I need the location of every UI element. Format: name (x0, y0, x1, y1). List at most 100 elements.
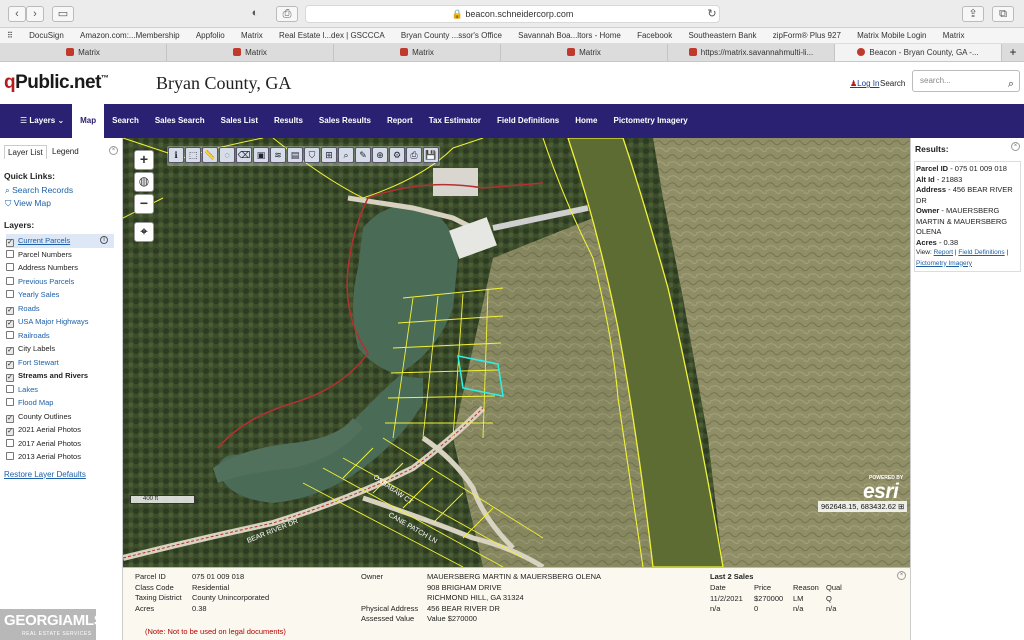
close-icon[interactable]: × (109, 146, 118, 155)
bookmark-item[interactable]: Matrix (234, 28, 270, 43)
tab-legend[interactable]: Legend (49, 145, 82, 158)
bookmark-item[interactable]: Bryan County ...ssor's Office (394, 28, 509, 43)
crosshair-icon[interactable]: ⊕ (372, 147, 388, 163)
layer-item[interactable]: ✓ 2021 Aerial Photos (6, 423, 122, 437)
grid-icon[interactable]: ⠿ (0, 28, 20, 43)
layer-item[interactable]: ✓ Current Parcels i (6, 234, 114, 248)
nav-field-definitions[interactable]: Field Definitions (489, 104, 567, 138)
layer-checkbox[interactable] (6, 452, 14, 460)
tabs-overview-icon[interactable]: ⧉ (992, 6, 1014, 22)
qpublic-logo[interactable]: qPublic.net™ (4, 72, 109, 94)
buffer-icon[interactable]: ⊞ (321, 147, 337, 163)
info-icon[interactable]: ℹ (168, 147, 184, 163)
layer-checkbox[interactable]: ✓ (6, 414, 14, 423)
layer-checkbox[interactable] (6, 276, 14, 285)
layer-item[interactable]: ✓ Streams and Rivers (6, 369, 122, 383)
nav-sales-list[interactable]: Sales List (213, 104, 266, 138)
layer-checkbox[interactable] (6, 384, 14, 393)
url-bar[interactable]: 🔒 beacon.schneidercorp.com (305, 5, 720, 23)
login-link[interactable]: ♟Log In (850, 79, 879, 88)
layers-icon[interactable]: ≋ (270, 147, 286, 163)
layer-item[interactable]: Parcel Numbers (6, 248, 122, 262)
search-icon[interactable]: ⌕ (1008, 74, 1014, 94)
photo-icon[interactable]: ▤ (287, 147, 303, 163)
new-tab-icon[interactable]: + (1002, 44, 1024, 61)
aerial-map[interactable]: OSSABAW CT CANE PATCH LN BEAR RIVER DR (123, 138, 910, 567)
nav-home[interactable]: Home (567, 104, 605, 138)
browser-tab[interactable]: Matrix (0, 44, 167, 61)
eraser-icon[interactable]: ⌫ (236, 147, 252, 163)
layer-checkbox[interactable]: ✓ (6, 360, 14, 369)
map-icon[interactable]: ⛉ (304, 147, 320, 163)
forward-icon[interactable]: › (26, 6, 44, 22)
close-icon[interactable]: × (897, 571, 906, 580)
back-icon[interactable]: ‹ (8, 6, 26, 22)
layer-item[interactable]: Lakes (6, 383, 122, 397)
shield-icon[interactable]: ◐ (246, 6, 264, 22)
nav-sales-results[interactable]: Sales Results (311, 104, 379, 138)
nav-layers[interactable]: ☰ Layers ⌄ (12, 104, 72, 138)
browser-tab[interactable]: Matrix (334, 44, 501, 61)
layer-item[interactable]: Address Numbers (6, 261, 122, 275)
nav-search[interactable]: Search (104, 104, 147, 138)
bookmark-item[interactable]: Real Estate l...dex | GSCCCA (272, 28, 392, 43)
browser-tab[interactable]: https://matrix.savannahmulti-li... (668, 44, 835, 61)
field-definitions-link[interactable]: Field Definitions (958, 249, 1004, 256)
nav-results[interactable]: Results (266, 104, 311, 138)
locate-icon[interactable]: ⌖ (134, 222, 154, 242)
view-map-link[interactable]: ⛉ View Map (5, 198, 122, 209)
bookmark-item[interactable]: Appfolio (189, 28, 232, 43)
result-card[interactable]: Parcel ID - 075 01 009 018 Alt Id - 2188… (914, 161, 1021, 272)
report-link[interactable]: Report (934, 249, 954, 256)
print-icon[interactable]: ⎙ (406, 147, 422, 163)
restore-layer-defaults-link[interactable]: Restore Layer Defaults (4, 470, 122, 479)
browser-tab[interactable]: Matrix (501, 44, 668, 61)
bookmark-item[interactable]: Amazon.com:...Membership (73, 28, 187, 43)
bookmark-item[interactable]: Savannah Boa...ltors - Home (511, 28, 628, 43)
nav-tax-estimator[interactable]: Tax Estimator (421, 104, 489, 138)
bookmark-item[interactable]: Southeastern Bank (681, 28, 763, 43)
layer-checkbox[interactable]: ✓ (6, 428, 14, 436)
layer-item[interactable]: ✓ City Labels (6, 342, 122, 356)
nav-pictometry[interactable]: Pictometry Imagery (606, 104, 696, 138)
bookmark-item[interactable]: Matrix Mobile Login (850, 28, 933, 43)
print-icon[interactable]: ⎙ (276, 6, 298, 22)
search-records-link[interactable]: ⌕ Search Records (5, 185, 122, 196)
layer-checkbox[interactable] (6, 398, 14, 406)
layer-item[interactable]: Previous Parcels (6, 275, 122, 289)
bookmark-item[interactable]: Matrix (936, 28, 972, 43)
layer-item[interactable]: Railroads (6, 329, 122, 343)
reload-icon[interactable]: ↻ (703, 7, 721, 23)
info-icon[interactable]: i (100, 236, 108, 244)
bookmark-item[interactable]: zipForm® Plus 927 (766, 28, 848, 43)
layer-item[interactable]: ✓ County Outlines (6, 410, 122, 424)
layer-item[interactable]: 2013 Aerial Photos (6, 450, 122, 464)
layer-item[interactable]: ✓ USA Major Highways (6, 315, 122, 329)
layer-checkbox[interactable] (6, 263, 14, 271)
image-icon[interactable]: ▣ (253, 147, 269, 163)
zoom-out-button[interactable]: − (134, 194, 154, 214)
layer-checkbox[interactable]: ✓ (6, 239, 14, 247)
sidebar-toggle-icon[interactable]: ▭ (52, 6, 74, 22)
nav-report[interactable]: Report (379, 104, 421, 138)
expand-icon[interactable]: ⊞ (898, 502, 904, 511)
layer-checkbox[interactable] (6, 330, 14, 339)
search-input[interactable]: search... ⌕ (912, 70, 1020, 92)
measure-icon[interactable]: 📏 (202, 147, 218, 163)
nav-sales-search[interactable]: Sales Search (147, 104, 213, 138)
layer-checkbox[interactable] (6, 438, 14, 447)
bookmark-item[interactable]: Facebook (630, 28, 679, 43)
browser-tab-active[interactable]: Beacon - Bryan County, GA -... (835, 44, 1002, 61)
share-icon[interactable]: ⇪ (962, 6, 984, 22)
browser-tab[interactable]: Matrix (167, 44, 334, 61)
select-icon[interactable]: ⬚ (185, 147, 201, 163)
close-icon[interactable]: × (1011, 142, 1020, 151)
layer-item[interactable]: ✓ Roads (6, 302, 122, 316)
pictometry-link[interactable]: Pictometry Imagery (916, 260, 972, 267)
tools-icon[interactable]: ⚙ (389, 147, 405, 163)
map-view[interactable]: OSSABAW CT CANE PATCH LN BEAR RIVER DR ℹ… (123, 138, 910, 567)
save-icon[interactable]: 💾 (423, 147, 439, 163)
tab-layer-list[interactable]: Layer List (4, 145, 47, 159)
layer-item[interactable]: ✓ Fort Stewart (6, 356, 122, 370)
pencil-icon[interactable]: ✎ (355, 147, 371, 163)
